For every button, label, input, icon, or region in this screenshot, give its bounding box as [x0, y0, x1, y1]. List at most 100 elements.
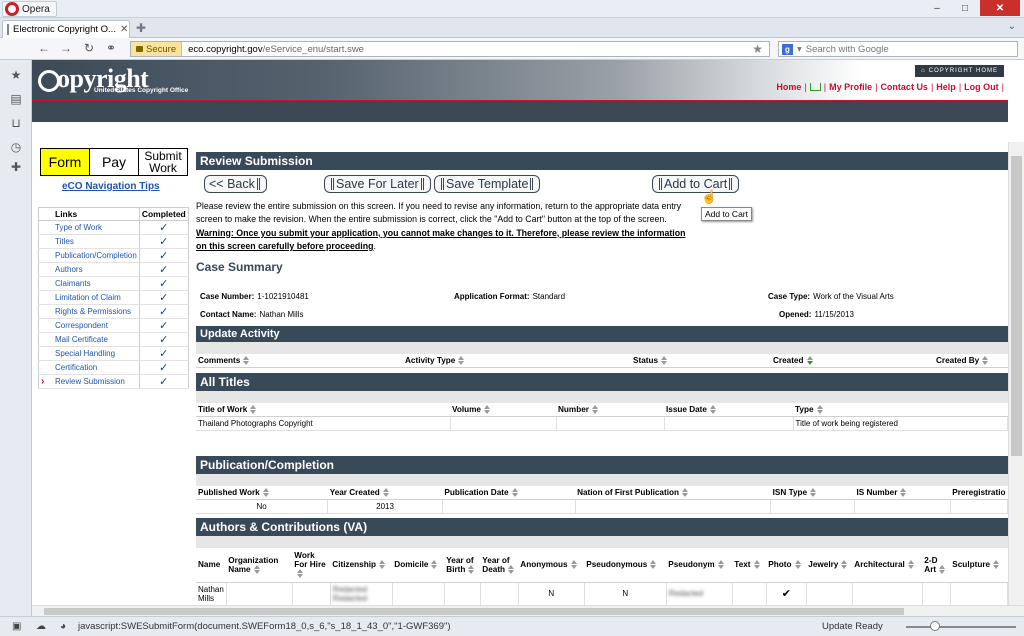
zoom-slider-handle[interactable]: [930, 621, 940, 631]
col-citizenship[interactable]: Citizenship: [330, 548, 393, 583]
vertical-scrollbar[interactable]: [1008, 142, 1024, 605]
vertical-scroll-thumb[interactable]: [1011, 156, 1022, 456]
sort-icon[interactable]: [709, 405, 718, 415]
forward-arrow-icon[interactable]: →: [60, 41, 72, 55]
col-year-created[interactable]: Year Created: [327, 486, 443, 501]
secure-badge[interactable]: Secure: [131, 42, 183, 56]
sort-icon[interactable]: [899, 488, 908, 498]
col-volume[interactable]: Volume: [450, 403, 556, 418]
col-pseudonymous[interactable]: Pseudonymous: [584, 548, 667, 583]
sort-icon[interactable]: [483, 405, 492, 415]
sort-icon[interactable]: [591, 405, 600, 415]
step-form-button[interactable]: Form: [41, 149, 90, 175]
sort-icon[interactable]: [649, 560, 658, 570]
minimize-button[interactable]: –: [924, 0, 950, 16]
step-pay-button[interactable]: Pay: [90, 149, 139, 175]
nav-link-correspondent[interactable]: Correspondent: [38, 318, 140, 333]
tab-menu-chevron-icon[interactable]: ⌄: [1008, 21, 1016, 32]
link-contact-us[interactable]: Contact Us: [880, 82, 928, 92]
col-status[interactable]: Status: [631, 354, 771, 369]
save-template-button[interactable]: Save Template: [434, 175, 541, 193]
sort-icon[interactable]: [794, 560, 803, 570]
sort-icon[interactable]: [938, 564, 947, 574]
col-is-number[interactable]: IS Number: [854, 486, 951, 501]
search-engine-chevron-icon[interactable]: ▾: [797, 44, 802, 55]
sort-icon[interactable]: [816, 405, 825, 415]
col-created[interactable]: Created: [771, 354, 934, 369]
col-domicile[interactable]: Domicile: [392, 548, 445, 583]
sort-icon[interactable]: [457, 356, 466, 366]
sort-icon[interactable]: [382, 488, 391, 498]
col-nation-first-publication[interactable]: Nation of First Publication: [575, 486, 771, 501]
close-window-button[interactable]: ✕: [980, 0, 1020, 16]
link-log-out[interactable]: Log Out: [964, 82, 999, 92]
sort-icon[interactable]: [262, 488, 271, 498]
copyright-home-link[interactable]: ⌂ COPYRIGHT HOME: [915, 65, 1004, 77]
sort-icon[interactable]: [992, 560, 1001, 570]
cart-icon[interactable]: [809, 83, 821, 91]
col-organization-name[interactable]: Organization Name: [226, 548, 293, 583]
sort-icon[interactable]: [681, 488, 690, 498]
col-2d-art[interactable]: 2-D Art: [922, 548, 951, 583]
speedometer-icon[interactable]: ◕: [60, 621, 71, 632]
horizontal-scrollbar[interactable]: [32, 605, 1024, 616]
address-bar[interactable]: Secure eco.copyright.gov/eService_enu/st…: [130, 41, 770, 57]
col-number[interactable]: Number: [556, 403, 664, 418]
sort-icon[interactable]: [467, 564, 476, 574]
sort-icon[interactable]: [907, 560, 916, 570]
back-button[interactable]: << Back: [204, 175, 267, 193]
nav-link-special-handling[interactable]: Special Handling: [38, 346, 140, 361]
col-year-of-death[interactable]: Year of Death: [480, 548, 519, 583]
col-published-work[interactable]: Published Work: [196, 486, 328, 501]
col-jewelry[interactable]: Jewelry: [806, 548, 853, 583]
update-ready-text[interactable]: Update Ready: [822, 621, 883, 632]
sort-icon[interactable]: [249, 405, 258, 415]
sort-icon[interactable]: [511, 488, 520, 498]
nav-link-titles[interactable]: Titles: [38, 234, 140, 249]
nav-link-type-of-work[interactable]: Type of Work: [38, 220, 140, 235]
col-name[interactable]: Name: [196, 548, 227, 583]
col-work-for-hire[interactable]: Work For Hire: [292, 548, 331, 583]
sort-icon[interactable]: [253, 564, 262, 574]
col-preregistration[interactable]: Preregistratio: [950, 486, 1008, 501]
history-clock-icon[interactable]: ◷: [9, 140, 23, 154]
col-created-by[interactable]: Created By: [934, 354, 1008, 369]
add-panel-icon[interactable]: ✚: [9, 160, 23, 174]
horizontal-scroll-thumb[interactable]: [44, 608, 904, 615]
maximize-button[interactable]: □: [952, 0, 978, 16]
zoom-slider[interactable]: [906, 626, 1016, 628]
sort-icon[interactable]: [570, 560, 579, 570]
nav-link-claimants[interactable]: Claimants: [38, 276, 140, 291]
add-to-cart-button[interactable]: Add to Cart: [652, 175, 740, 193]
link-home[interactable]: Home: [776, 82, 801, 92]
col-publication-date[interactable]: Publication Date: [442, 486, 576, 501]
col-isn-type[interactable]: ISN Type: [770, 486, 855, 501]
col-activity-type[interactable]: Activity Type: [403, 354, 631, 369]
url-text[interactable]: eco.copyright.gov/eService_enu/start.swe: [182, 44, 364, 55]
sort-icon[interactable]: [809, 488, 818, 498]
sort-icon[interactable]: [840, 560, 849, 570]
col-photo[interactable]: Photo: [766, 548, 807, 583]
nav-link-authors[interactable]: Authors: [38, 262, 140, 277]
save-for-later-button[interactable]: Save For Later: [324, 175, 431, 193]
col-issue-date[interactable]: Issue Date: [664, 403, 793, 418]
navigation-tips-link[interactable]: eCO Navigation Tips: [62, 181, 160, 192]
col-comments[interactable]: Comments: [196, 354, 403, 369]
bookmark-star-icon[interactable]: ★: [752, 42, 763, 56]
window-icon[interactable]: ▣: [12, 621, 23, 632]
col-sculpture[interactable]: Sculpture: [950, 548, 1008, 583]
sort-icon[interactable]: [981, 356, 990, 366]
search-field[interactable]: g ▾ Search with Google: [778, 41, 1018, 57]
tab-close-icon[interactable]: ✕: [120, 24, 128, 35]
step-submit-work-button[interactable]: Submit Work: [139, 149, 187, 175]
new-tab-icon[interactable]: ✚: [136, 21, 146, 35]
col-text[interactable]: Text: [732, 548, 767, 583]
opera-menu-button[interactable]: Opera: [2, 1, 57, 17]
col-architectural[interactable]: Architectural: [852, 548, 923, 583]
link-help[interactable]: Help: [936, 82, 956, 92]
cloud-icon[interactable]: ☁: [36, 621, 47, 632]
sort-icon[interactable]: [430, 560, 439, 570]
nav-link-limitation-of-claim[interactable]: Limitation of Claim: [38, 290, 140, 305]
reload-icon[interactable]: ↻: [84, 41, 94, 55]
col-anonymous[interactable]: Anonymous: [518, 548, 585, 583]
